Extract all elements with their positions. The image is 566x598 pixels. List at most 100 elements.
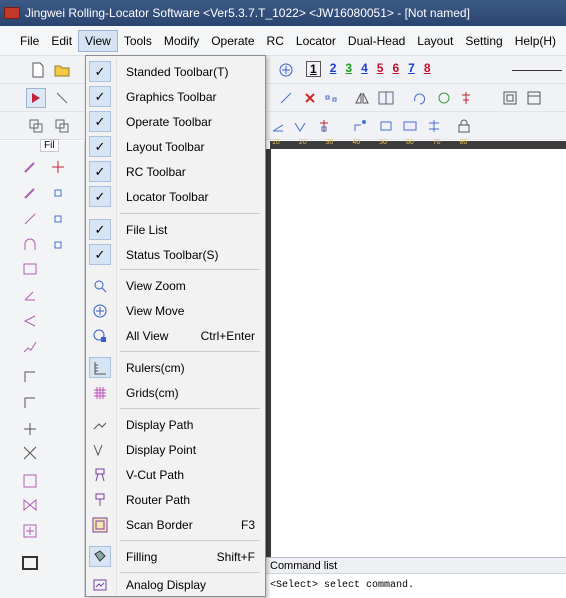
- image-frame-icon[interactable]: [400, 116, 420, 136]
- paste-layout-icon[interactable]: [52, 116, 72, 136]
- menu-item-locator-toolbar[interactable]: ✓ Locator Toolbar: [86, 184, 265, 209]
- chevron-left-icon[interactable]: [20, 311, 40, 331]
- new-file-icon[interactable]: [28, 60, 48, 80]
- menu-item-grids[interactable]: Grids(cm): [86, 380, 265, 405]
- menu-rc[interactable]: RC: [261, 31, 290, 51]
- menu-item-analog-display[interactable]: Analog Display: [86, 572, 265, 597]
- layer-1-button[interactable]: 1: [306, 61, 321, 77]
- frame-small-icon[interactable]: [20, 471, 40, 491]
- ruler-tick: 20: [298, 139, 307, 146]
- menu-item-file-list[interactable]: ✓ File List: [86, 217, 265, 242]
- refresh-icon[interactable]: [434, 88, 454, 108]
- view-move-icon[interactable]: [276, 60, 296, 80]
- corner-icon[interactable]: [350, 116, 370, 136]
- menu-bar: File Edit View Tools Modify Operate RC L…: [0, 26, 566, 56]
- panel-icon[interactable]: [20, 553, 40, 573]
- layer-8-button[interactable]: 8: [424, 61, 431, 77]
- bezier-icon[interactable]: [290, 116, 310, 136]
- menu-help[interactable]: Help(H): [509, 31, 562, 51]
- layer-5-button[interactable]: 5: [377, 61, 384, 77]
- menu-modify[interactable]: Modify: [158, 31, 205, 51]
- angle-icon[interactable]: [20, 285, 40, 305]
- draw-line-icon[interactable]: [276, 88, 296, 108]
- bowtie-icon[interactable]: [20, 495, 40, 515]
- menu-item-operate-toolbar[interactable]: ✓ Operate Toolbar: [86, 109, 265, 134]
- title-bar: Jingwei Rolling-Locator Software <Ver5.3…: [0, 0, 566, 26]
- mirror-icon[interactable]: [352, 88, 372, 108]
- layer-3-button[interactable]: 3: [345, 61, 352, 77]
- menu-item-status-toolbar[interactable]: ✓ Status Toolbar(S): [86, 242, 265, 267]
- layer-6-button[interactable]: 6: [392, 61, 399, 77]
- menu-item-label: Filling: [126, 549, 158, 564]
- polyline-icon[interactable]: [20, 337, 40, 357]
- crosshair-icon[interactable]: [48, 157, 68, 177]
- menu-locator[interactable]: Locator: [290, 31, 342, 51]
- copy-layout-icon[interactable]: [26, 116, 46, 136]
- menu-item-graphics-toolbar[interactable]: ✓ Graphics Toolbar: [86, 84, 265, 109]
- window-icon[interactable]: [524, 88, 544, 108]
- align-icon[interactable]: [456, 88, 476, 108]
- menu-view[interactable]: View: [78, 29, 118, 52]
- command-panel-title: Command list: [266, 558, 566, 574]
- menu-separator: [120, 351, 260, 352]
- menu-tools[interactable]: Tools: [118, 31, 158, 51]
- menu-edit[interactable]: Edit: [45, 31, 78, 51]
- menu-item-label: Display Point: [126, 442, 197, 457]
- menu-dual-head[interactable]: Dual-Head: [342, 31, 411, 51]
- rotate-icon[interactable]: [410, 88, 430, 108]
- node-delete-icon[interactable]: [48, 235, 68, 255]
- distribute-icon[interactable]: [424, 116, 444, 136]
- menu-operate[interactable]: Operate: [205, 31, 260, 51]
- menu-item-view-move[interactable]: View Move: [86, 298, 265, 323]
- rect-select-icon[interactable]: [376, 116, 396, 136]
- file-list-tab[interactable]: Fil: [40, 139, 59, 152]
- node-point-icon[interactable]: [48, 183, 68, 203]
- checkmark-icon: ✓: [89, 186, 111, 207]
- angle-tool-icon[interactable]: [268, 116, 288, 136]
- menu-item-scan-border[interactable]: Scan Border F3: [86, 512, 265, 537]
- mirror-h-icon[interactable]: [376, 88, 396, 108]
- box-plus-icon[interactable]: [20, 521, 40, 541]
- menu-item-standard-toolbar[interactable]: ✓ Standed Toolbar(T): [86, 59, 265, 84]
- rectangle-icon[interactable]: [20, 259, 40, 279]
- menu-setting[interactable]: Setting: [459, 31, 508, 51]
- layer-4-button[interactable]: 4: [361, 61, 368, 77]
- line-tool-icon[interactable]: [52, 88, 72, 108]
- corner-line-2-icon[interactable]: [20, 393, 40, 413]
- menu-item-label: Status Toolbar(S): [126, 247, 219, 262]
- checkmark-icon: ✓: [89, 136, 111, 157]
- select-arrow-icon[interactable]: [26, 88, 46, 108]
- menu-item-rulers[interactable]: Rulers(cm): [86, 355, 265, 380]
- pin-icon[interactable]: [314, 116, 334, 136]
- frame-icon[interactable]: [500, 88, 520, 108]
- menu-item-rc-toolbar[interactable]: ✓ RC Toolbar: [86, 159, 265, 184]
- layer-7-button[interactable]: 7: [408, 61, 415, 77]
- ruler-tick: 50: [379, 139, 387, 146]
- menu-item-router-path[interactable]: Router Path: [86, 487, 265, 512]
- menu-item-display-point[interactable]: Display Point: [86, 437, 265, 462]
- pencil-icon[interactable]: [20, 157, 40, 177]
- line-draw-icon[interactable]: [20, 209, 40, 229]
- delete-x-icon[interactable]: [300, 88, 320, 108]
- menu-item-display-path[interactable]: Display Path: [86, 412, 265, 437]
- menu-item-view-zoom[interactable]: View Zoom: [86, 273, 265, 298]
- line-style-preview[interactable]: [512, 70, 562, 71]
- node-icon[interactable]: [322, 88, 342, 108]
- menu-item-all-view[interactable]: All View Ctrl+Enter: [86, 323, 265, 348]
- brush-icon[interactable]: [20, 183, 40, 203]
- menu-item-vcut-path[interactable]: V-Cut Path: [86, 462, 265, 487]
- menu-item-filling[interactable]: Filling Shift+F: [86, 544, 265, 569]
- open-folder-icon[interactable]: [52, 60, 72, 80]
- layer-2-button[interactable]: 2: [330, 61, 337, 77]
- x-cross-icon[interactable]: [20, 443, 40, 463]
- cross-icon[interactable]: [20, 419, 40, 439]
- arc-icon[interactable]: [20, 235, 40, 255]
- menu-file[interactable]: File: [14, 31, 45, 51]
- corner-line-icon[interactable]: [20, 367, 40, 387]
- top-ruler: 10 20 30 40 50 60 70 80: [270, 139, 566, 149]
- menu-layout[interactable]: Layout: [411, 31, 459, 51]
- menu-item-layout-toolbar[interactable]: ✓ Layout Toolbar: [86, 134, 265, 159]
- node-add-icon[interactable]: [48, 209, 68, 229]
- lock-icon[interactable]: [454, 116, 474, 136]
- drawing-canvas[interactable]: [271, 149, 566, 557]
